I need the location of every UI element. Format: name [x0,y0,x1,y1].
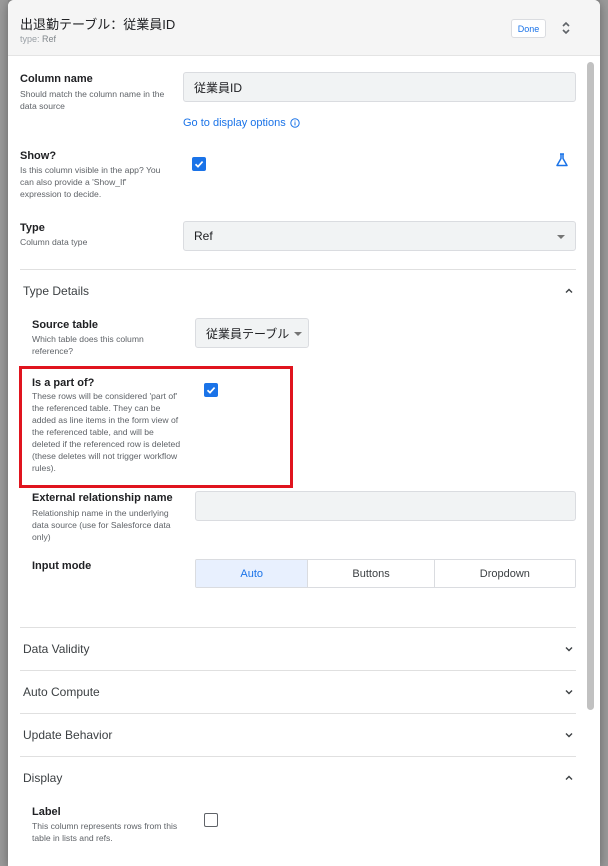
show-checkbox[interactable] [192,157,206,171]
display-options-link-text: Go to display options [183,117,286,129]
chevron-down-icon [294,332,302,336]
type-desc: Column data type [20,237,88,247]
external-relationship-label: External relationship name [32,492,173,504]
divider [20,713,576,714]
is-part-of-checkbox[interactable] [204,383,218,397]
show-desc: Is this column visible in the app? You c… [20,165,161,199]
checkmark-icon [206,387,216,394]
input-mode-label: Input mode [32,560,92,572]
show-label: Show? [20,150,57,162]
scrollbar-thumb[interactable] [587,62,594,710]
expand-collapse-icon[interactable] [560,20,572,36]
external-relationship-desc: Relationship name in the underlying data… [32,508,171,542]
done-button[interactable]: Done [511,19,546,38]
divider [20,756,576,757]
display-label-desc: This column represents rows from this ta… [32,821,178,843]
source-table-select[interactable]: 従業員テーブル [195,318,309,348]
type-caption-value: Ref [42,34,57,44]
section-update-behavior[interactable]: Update Behavior [23,728,112,742]
section-data-validity[interactable]: Data Validity [23,642,89,656]
dialog-header: 出退勤テーブル：従業員ID type: Ref Done [8,0,600,56]
column-type-caption: type: Ref [20,34,56,44]
backdrop-right [600,0,608,866]
chevron-up-icon[interactable] [564,773,574,783]
type-select[interactable]: Ref [183,221,576,251]
type-label: Type [20,222,45,234]
column-name-label: Column name [20,73,93,85]
is-part-of-desc: These rows will be considered 'part of' … [32,391,181,473]
chevron-down-icon[interactable] [564,687,574,697]
section-display[interactable]: Display [23,771,62,785]
section-auto-compute[interactable]: Auto Compute [23,685,100,699]
chevron-up-icon[interactable] [564,286,574,296]
chevron-down-icon[interactable] [564,644,574,654]
info-icon [290,118,300,128]
flask-icon[interactable] [554,152,570,168]
type-select-value: Ref [194,229,213,243]
source-table-desc: Which table does this column reference? [32,334,144,356]
source-table-label: Source table [32,319,99,331]
display-label-checkbox[interactable] [204,813,218,827]
chevron-down-icon[interactable] [564,730,574,740]
checkmark-icon [194,161,204,168]
section-type-details[interactable]: Type Details [23,284,89,298]
input-mode-toggle: Auto Buttons Dropdown [195,559,576,588]
display-label-label: Label [32,806,61,818]
column-name-desc: Should match the column name in the data… [20,89,165,111]
input-mode-dropdown-button[interactable]: Dropdown [434,560,575,587]
divider [20,670,576,671]
is-part-of-label: Is a part of? [32,377,95,389]
display-options-link[interactable]: Go to display options [183,117,300,129]
divider [20,627,576,628]
input-mode-buttons-button[interactable]: Buttons [308,560,435,587]
backdrop-left [0,0,8,866]
divider [20,269,576,270]
source-table-value: 従業員テーブル [206,326,290,341]
column-name-input[interactable]: 従業員ID [183,72,576,102]
input-mode-auto-button[interactable]: Auto [196,560,309,587]
type-caption-label: type: [20,34,40,44]
external-relationship-input[interactable] [195,491,576,521]
column-editor-dialog: 出退勤テーブル：従業員ID type: Ref Done Column name… [8,0,600,866]
chevron-down-icon [557,235,565,239]
dialog-title: 出退勤テーブル：従業員ID [20,17,176,32]
